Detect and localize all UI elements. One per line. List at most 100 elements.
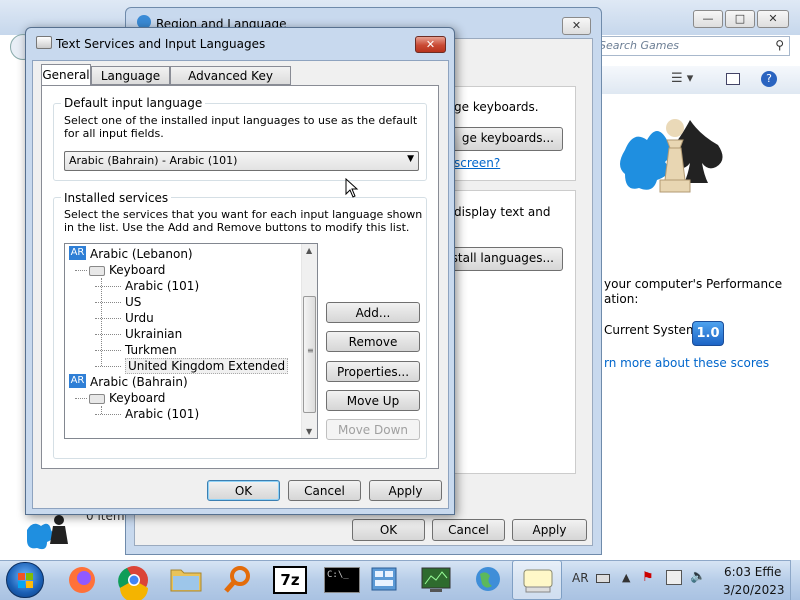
tab-general[interactable]: General: [41, 64, 91, 86]
tree-item-label: Arabic (101): [125, 279, 200, 293]
scroll-up-icon[interactable]: ▲: [306, 246, 312, 255]
view-options-icon[interactable]: ☰ ▾: [671, 71, 693, 86]
windows-logo-icon: [18, 573, 33, 588]
tree-keyboard-group[interactable]: Keyboard: [75, 262, 165, 278]
start-button[interactable]: [6, 562, 44, 598]
games-maximize-button[interactable]: □: [725, 10, 755, 28]
chrome-icon: [118, 566, 148, 600]
monitor-icon: [421, 567, 451, 592]
tree-connector: [95, 286, 121, 287]
taskbar-chrome[interactable]: [110, 560, 158, 600]
games-search-placeholder: Search Games: [599, 39, 680, 52]
tab-advanced-key-settings[interactable]: Advanced Key Settings: [170, 66, 291, 101]
taskbar-7zip[interactable]: 7z: [266, 560, 314, 600]
region-close-button[interactable]: ✕: [562, 17, 591, 35]
performance-text: your computer's Performance: [604, 277, 783, 291]
region-ok-button[interactable]: OK: [352, 519, 425, 541]
region-apply-button[interactable]: Apply: [512, 519, 587, 541]
control-panel-icon: [371, 567, 397, 591]
dialog-cancel-button[interactable]: Cancel: [288, 480, 361, 501]
tree-connector: [95, 414, 121, 415]
tab-language-bar[interactable]: Language Bar: [91, 66, 170, 101]
tree-language-node[interactable]: AR Arabic (Bahrain): [69, 374, 188, 390]
keyboard-icon: [523, 569, 553, 593]
move-down-button[interactable]: Move Down: [326, 419, 420, 440]
taskbar-firefox[interactable]: [58, 560, 106, 600]
taskbar-cmd[interactable]: C:\_: [318, 560, 366, 600]
tree-service-item[interactable]: United Kingdom Extended: [95, 358, 289, 374]
taskbar-search-app[interactable]: [214, 560, 262, 600]
tree-item-label: US: [125, 295, 142, 309]
performance-text-2: ation:: [604, 292, 639, 306]
dialog-ok-button[interactable]: OK: [207, 480, 280, 501]
tree-connector: [75, 398, 87, 399]
default-language-group-label: Default input language: [61, 96, 206, 110]
show-hidden-icons-icon[interactable]: ▲: [622, 571, 630, 584]
tree-service-item[interactable]: Turkmen: [95, 342, 177, 358]
region-cancel-button[interactable]: Cancel: [432, 519, 505, 541]
tree-item-label: Arabic (Lebanon): [90, 247, 193, 261]
installed-services-label: Installed services: [61, 191, 172, 205]
console-icon: C:\_: [324, 567, 360, 593]
tree-service-item[interactable]: Arabic (101): [95, 278, 199, 294]
tree-keyboard-group[interactable]: Keyboard: [75, 390, 165, 406]
firefox-icon: [69, 567, 95, 593]
tree-connector: [95, 302, 121, 303]
clock-date[interactable]: 3/20/2023: [723, 583, 785, 597]
properties-button[interactable]: Properties...: [326, 361, 420, 382]
folder-icon: [170, 569, 202, 592]
games-close-button[interactable]: ✕: [757, 10, 789, 28]
scroll-thumb[interactable]: ≡: [303, 296, 316, 413]
tree-service-item[interactable]: Arabic (101): [95, 406, 199, 422]
preview-pane-icon[interactable]: [726, 73, 740, 85]
taskbar-text-services[interactable]: [512, 560, 562, 600]
text-services-dialog: Text Services and Input Languages ✕ Gene…: [25, 27, 455, 515]
language-panel: [436, 190, 576, 474]
show-desktop-button[interactable]: [790, 560, 800, 600]
taskbar-control-panel[interactable]: [360, 560, 408, 600]
7zip-icon: 7z: [273, 566, 307, 594]
tree-language-node[interactable]: AR Arabic (Lebanon): [69, 246, 193, 262]
services-tree[interactable]: AR Arabic (Lebanon) Keyboard Arabic (101) US…: [64, 243, 318, 439]
language-indicator[interactable]: AR: [572, 571, 589, 585]
remove-button[interactable]: Remove: [326, 331, 420, 352]
tree-rows: AR Arabic (Lebanon) Keyboard Arabic (101) US…: [65, 244, 303, 438]
clock-time[interactable]: 6:03 Effie: [724, 565, 781, 579]
tree-connector: [75, 270, 87, 271]
games-search-box[interactable]: Search Games ⚲: [595, 36, 790, 56]
tree-item-label: Ukrainian: [125, 327, 183, 341]
move-up-button[interactable]: Move Up: [326, 390, 420, 411]
tree-item-label: Keyboard: [109, 391, 166, 405]
scroll-down-icon[interactable]: ▼: [306, 427, 312, 436]
taskbar-task-manager[interactable]: [412, 560, 460, 600]
tree-scrollbar[interactable]: ▲ ≡ ▼: [301, 244, 317, 438]
screen-link[interactable]: screen?: [454, 156, 500, 170]
dialog-close-button[interactable]: ✕: [415, 36, 446, 53]
learn-scores-link[interactable]: rn more about these scores: [604, 356, 769, 370]
dialog-apply-button[interactable]: Apply: [369, 480, 442, 501]
mouse-cursor-icon: [345, 178, 359, 198]
action-center-icon[interactable]: ⚑: [642, 570, 654, 585]
games-chess-icon: [620, 110, 740, 205]
magnifier-icon: [224, 566, 250, 593]
chevron-down-icon: ▼: [407, 154, 414, 164]
keyboard-title-icon: [36, 36, 52, 49]
taskbar-network[interactable]: [464, 560, 512, 600]
tree-item-label: United Kingdom Extended: [125, 358, 289, 374]
tree-item-label: Urdu: [125, 311, 154, 325]
add-button[interactable]: Add...: [326, 302, 420, 323]
display-text: display text and: [454, 205, 551, 219]
taskbar-explorer[interactable]: [162, 560, 210, 600]
tree-connector: [95, 350, 121, 351]
games-minimize-button[interactable]: —: [693, 10, 723, 28]
tray-keyboard-icon[interactable]: [596, 574, 610, 583]
volume-icon[interactable]: 🔈: [690, 569, 706, 584]
default-language-select[interactable]: Arabic (Bahrain) - Arabic (101) ▼: [64, 151, 419, 171]
tree-item-label: Arabic (101): [125, 407, 200, 421]
tree-service-item[interactable]: Ukrainian: [95, 326, 182, 342]
tree-service-item[interactable]: Urdu: [95, 310, 154, 326]
help-icon[interactable]: ?: [761, 71, 777, 87]
tree-vertical-line: [101, 406, 102, 414]
tree-connector: [95, 318, 121, 319]
network-tray-icon[interactable]: [666, 570, 682, 585]
